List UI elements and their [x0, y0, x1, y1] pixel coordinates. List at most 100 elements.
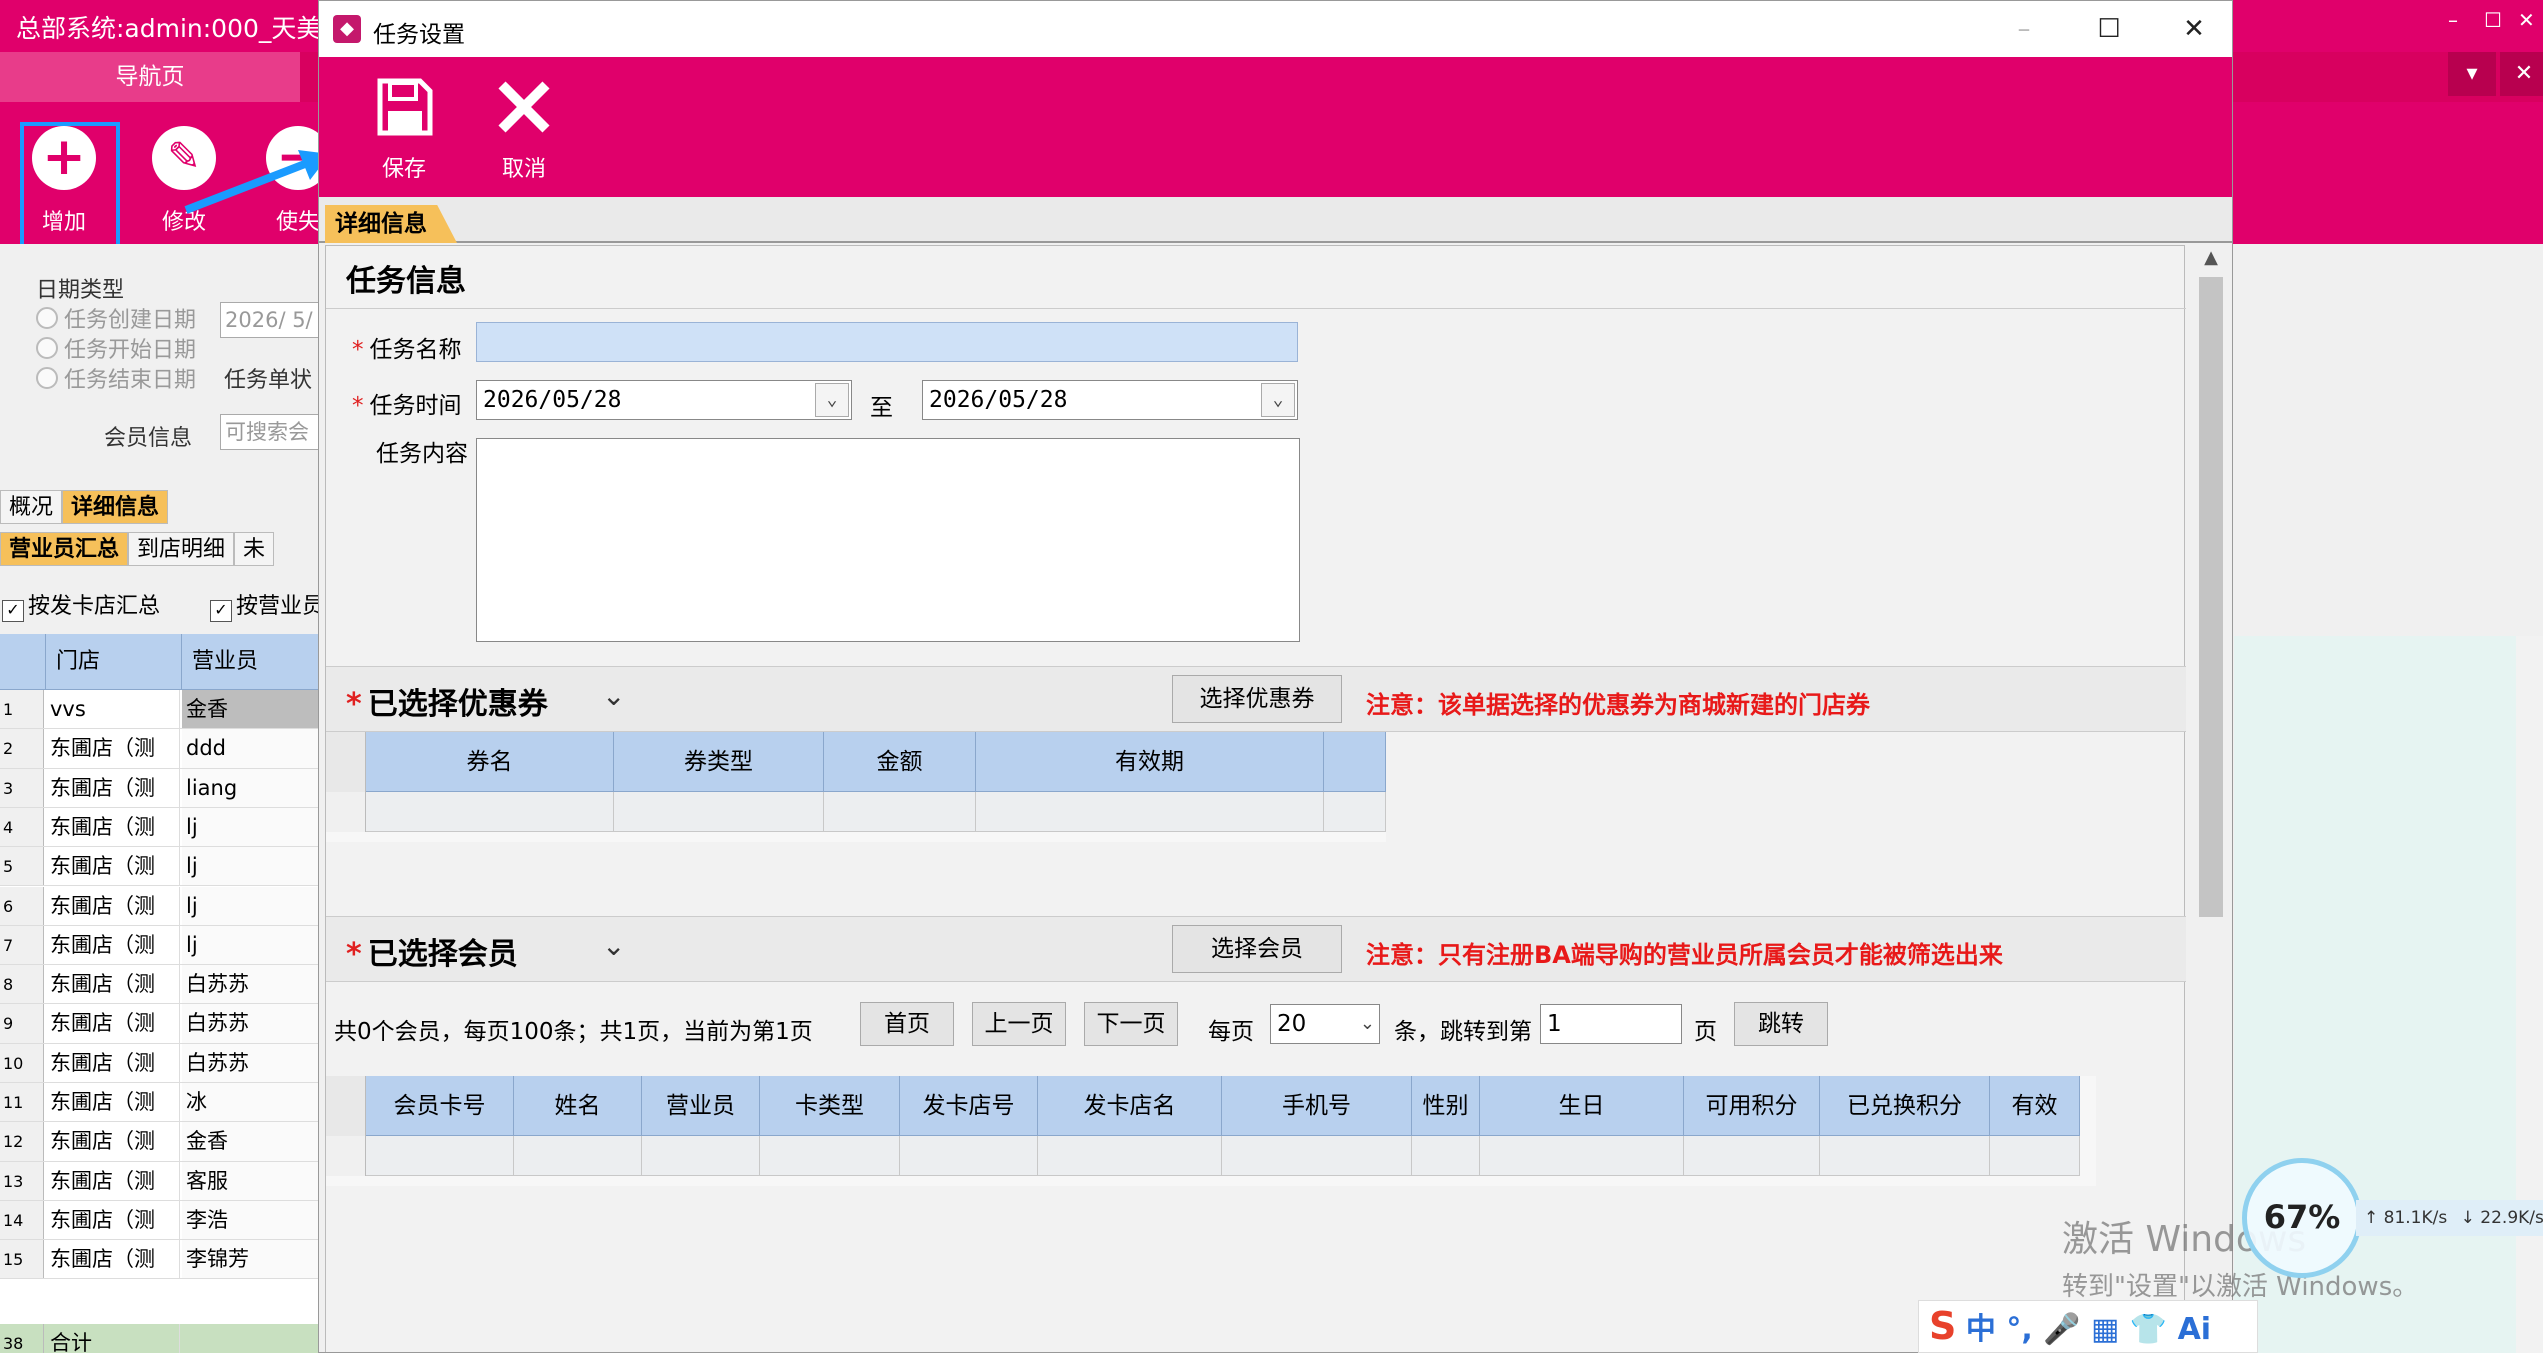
cell-clerk: 白苏苏 [182, 965, 320, 1004]
radio-task-end-date[interactable]: 任务结束日期 [36, 362, 196, 394]
dialog-close-button[interactable]: ✕ [2159, 9, 2229, 49]
grid-empty-cell[interactable] [824, 792, 976, 832]
scroll-thumb[interactable] [2199, 277, 2223, 917]
table-row[interactable]: 8 东圃店（测 白苏苏 [0, 965, 320, 1005]
floppy-save-icon [377, 78, 433, 136]
grid-column-header[interactable]: 券名 [366, 732, 614, 792]
table-row[interactable]: 13 东圃店（测 客服 [0, 1161, 320, 1201]
first-page-button[interactable]: 首页 [860, 1002, 954, 1046]
grid-empty-cell[interactable] [614, 792, 824, 832]
grid-column-header[interactable]: 生日 [1480, 1076, 1684, 1136]
tab-clerk-summary[interactable]: 营业员汇总 [0, 532, 129, 566]
grid-header-clerk[interactable]: 营业员 [182, 634, 320, 690]
tab-close-all-icon[interactable]: ✕ [2500, 52, 2543, 96]
select-coupon-button[interactable]: 选择优惠券 [1172, 675, 1342, 723]
grid-empty-cell[interactable] [900, 1136, 1038, 1176]
grid-empty-cell[interactable] [760, 1136, 900, 1176]
task-name-input[interactable] [476, 322, 1298, 362]
radio-task-created-date[interactable]: 任务创建日期 [36, 302, 196, 334]
table-row[interactable]: 14 东圃店（测 李浩 [0, 1200, 320, 1241]
task-start-date-picker[interactable]: 2026/05/28 ⌄ [476, 380, 852, 420]
grid-empty-cell[interactable] [366, 1136, 514, 1176]
table-row[interactable]: 1 vvs 金香 [0, 690, 320, 730]
table-row[interactable]: 11 东圃店（测冰 [0, 1083, 320, 1123]
next-page-button[interactable]: 下一页 [1084, 1002, 1178, 1046]
grid-column-header[interactable]: 有效 [1990, 1076, 2080, 1136]
chevron-down-icon[interactable]: ⌄ [1261, 383, 1295, 417]
table-row[interactable]: 2 东圃店（测 ddd [0, 729, 320, 769]
grid-empty-cell[interactable] [976, 792, 1324, 832]
ime-toolbar[interactable]: S 中 °, 🎤 ▦ 👕 Ai [1918, 1300, 2258, 1353]
per-page-select[interactable]: 20 ⌄ [1270, 1004, 1380, 1044]
grid-column-header[interactable]: 营业员 [642, 1076, 760, 1136]
select-member-button[interactable]: 选择会员 [1172, 925, 1342, 973]
tab-visit-detail[interactable]: 到店明细 [128, 532, 235, 566]
nav-page-tab[interactable]: 导航页 [0, 52, 300, 102]
grid-column-header[interactable]: 会员卡号 [366, 1076, 514, 1136]
grid-empty-cell[interactable] [1480, 1136, 1684, 1176]
grid-empty-cell[interactable] [1820, 1136, 1990, 1176]
grid-empty-cell[interactable] [642, 1136, 760, 1176]
dialog-maximize-button[interactable]: ☐ [2074, 9, 2144, 49]
scroll-up-arrow-icon[interactable]: ▲ [2199, 247, 2223, 271]
radio-task-start-date[interactable]: 任务开始日期 [36, 332, 196, 364]
table-row[interactable]: 12 东圃店（测 金香 [0, 1122, 320, 1162]
grid-empty-cell[interactable] [366, 792, 614, 832]
main-maximize-button[interactable]: ☐ [2484, 8, 2502, 32]
main-minimize-button[interactable]: – [2448, 8, 2458, 32]
row-number: 9 [0, 1004, 44, 1043]
grid-column-header[interactable]: 发卡店号 [900, 1076, 1038, 1136]
cell-clerk: 白苏苏 [182, 1004, 320, 1043]
grid-column-header[interactable]: 券类型 [614, 732, 824, 792]
grid-column-header[interactable]: 金额 [824, 732, 976, 792]
grid-empty-cell[interactable] [1684, 1136, 1820, 1176]
table-row[interactable]: 6 东圃店（测 lj [0, 886, 320, 926]
dialog-vertical-scrollbar[interactable]: ▲ [2193, 245, 2229, 1352]
prev-page-button[interactable]: 上一页 [972, 1002, 1066, 1046]
table-row[interactable]: 10 东圃店（测 白苏苏 [0, 1043, 320, 1083]
table-row[interactable]: 15 东圃店（测 李锦芳 [0, 1240, 320, 1280]
chevron-down-icon[interactable]: ⌄ [815, 383, 849, 417]
jump-page-input[interactable]: 1 [1540, 1004, 1682, 1044]
grid-empty-cell[interactable] [1412, 1136, 1480, 1176]
grid-empty-cell[interactable] [1222, 1136, 1412, 1176]
grid-column-header[interactable]: 手机号 [1222, 1076, 1412, 1136]
checkbox-group-by-clerk[interactable]: 按营业员 [210, 588, 324, 622]
grid-column-header[interactable]: 有效期 [976, 732, 1324, 792]
cancel-button[interactable]: 取消 [469, 77, 579, 183]
table-row[interactable]: 4 东圃店（测 lj [0, 807, 320, 848]
tab-overview[interactable]: 概况 [0, 490, 63, 524]
grid-empty-cell[interactable] [1038, 1136, 1222, 1176]
grid-column-header[interactable]: 性别 [1412, 1076, 1480, 1136]
grid-empty-cell[interactable] [1990, 1136, 2080, 1176]
ime-status-icons[interactable]: 中 °, 🎤 ▦ 👕 Ai [1966, 1312, 2211, 1347]
table-row[interactable]: 9 东圃店（测 白苏苏 [0, 1004, 320, 1044]
date-filter-input[interactable]: 2026/ 5/ [220, 302, 320, 338]
grid-empty-cell[interactable] [514, 1136, 642, 1176]
table-row[interactable]: 7 东圃店（测 lj [0, 925, 320, 966]
task-status-label: 任务单状 [224, 368, 313, 393]
task-end-date-picker[interactable]: 2026/05/28 ⌄ [922, 380, 1298, 420]
main-vertical-scrollbar[interactable] [2516, 636, 2543, 1353]
tab-more[interactable]: 未 [234, 532, 275, 566]
tab-detail-info[interactable]: 详细信息 [325, 205, 457, 243]
main-close-button[interactable]: ✕ [2518, 8, 2535, 32]
dialog-minimize-button[interactable]: – [1989, 9, 2059, 49]
grid-column-header[interactable]: 发卡店名 [1038, 1076, 1222, 1136]
tab-list-dropdown-icon[interactable]: ▾ [2448, 52, 2496, 96]
table-row[interactable]: 5 东圃店（测 lj [0, 847, 320, 887]
checkbox-group-by-card-store[interactable]: 按发卡店汇总 [2, 588, 160, 622]
grid-column-header[interactable]: 卡类型 [760, 1076, 900, 1136]
member-search-input[interactable]: 可搜索会 [220, 414, 320, 450]
jump-button[interactable]: 跳转 [1734, 1002, 1828, 1046]
table-row[interactable]: 3 东圃店（测 liang [0, 768, 320, 808]
tab-detail-info[interactable]: 详细信息 [62, 490, 169, 524]
task-content-textarea[interactable] [476, 438, 1300, 642]
grid-column-header[interactable]: 可用积分 [1684, 1076, 1820, 1136]
save-button[interactable]: 保存 [349, 77, 459, 183]
member-collapse-chevron-icon[interactable]: ⌄ [602, 929, 625, 962]
coupon-collapse-chevron-icon[interactable]: ⌄ [602, 679, 625, 712]
grid-column-header[interactable]: 已兑换积分 [1820, 1076, 1990, 1136]
grid-column-header[interactable]: 姓名 [514, 1076, 642, 1136]
grid-header-store[interactable]: 门店 [46, 634, 182, 690]
